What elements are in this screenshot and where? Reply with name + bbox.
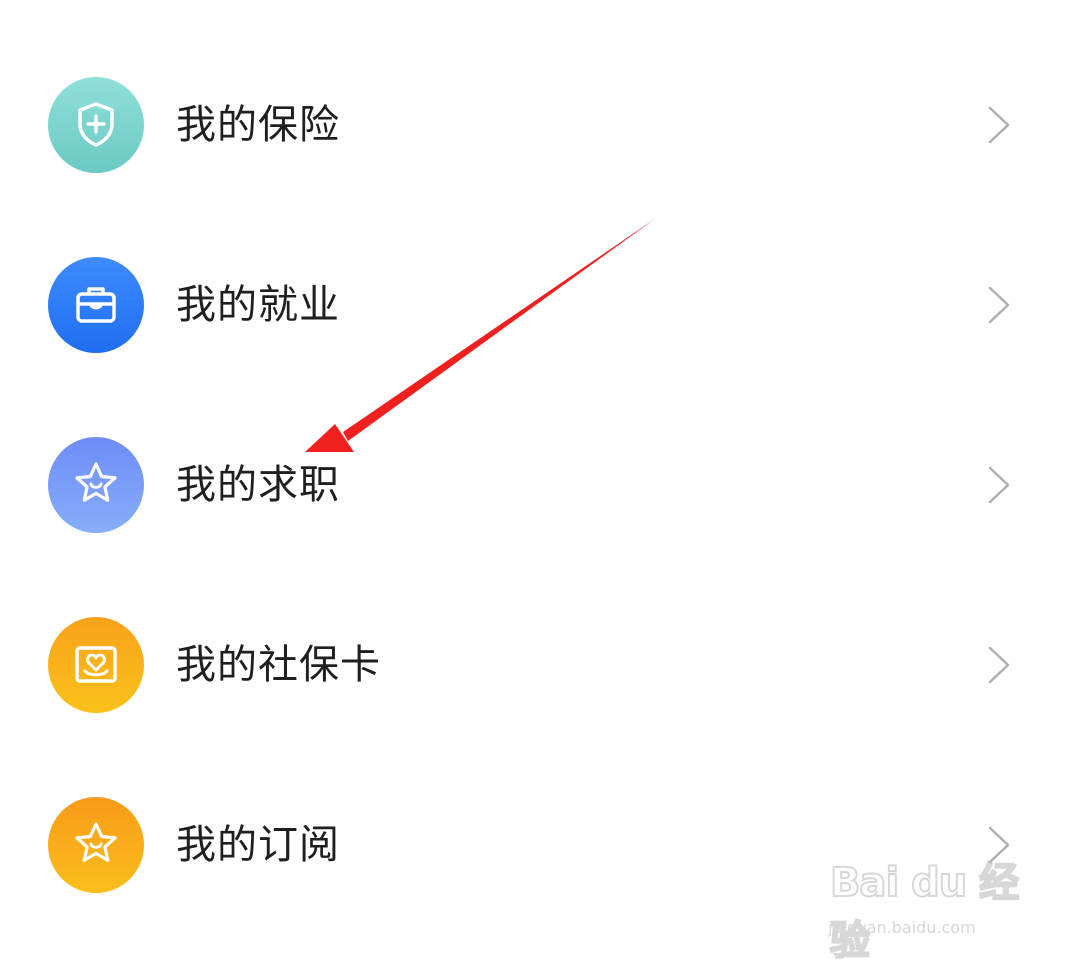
job-search-icon-badge — [48, 437, 144, 533]
subscriptions-icon-badge — [48, 797, 144, 893]
menu-item-label: 我的就业 — [176, 282, 340, 328]
social-security-card-icon-badge — [48, 617, 144, 713]
chevron-right-icon — [988, 646, 1010, 684]
chevron-right-icon — [988, 826, 1010, 864]
menu-item-label: 我的订阅 — [176, 822, 340, 868]
menu-item-subscriptions[interactable]: 我的订阅 — [0, 755, 1080, 935]
menu-item-label: 我的求职 — [176, 462, 340, 508]
chevron-right-icon — [988, 466, 1010, 504]
star-smile-icon — [75, 822, 117, 862]
menu-item-employment[interactable]: 我的就业 — [0, 215, 1080, 395]
shield-plus-icon — [78, 102, 114, 147]
menu-item-social-security-card[interactable]: 我的社保卡 — [0, 575, 1080, 755]
chevron-right-icon — [988, 286, 1010, 324]
chevron-right-icon — [988, 106, 1010, 144]
menu-list: 我的保险 我的就业 我的求职 我的社保卡 我的订阅 — [0, 35, 1080, 935]
menu-item-label: 我的保险 — [176, 102, 340, 148]
menu-item-label: 我的社保卡 — [176, 642, 381, 688]
card-heart-icon — [75, 646, 117, 683]
menu-item-job-search[interactable]: 我的求职 — [0, 395, 1080, 575]
employment-icon-badge — [48, 257, 144, 353]
star-smile-icon — [75, 462, 117, 502]
briefcase-icon — [76, 287, 116, 323]
insurance-icon-badge — [48, 77, 144, 173]
menu-item-insurance[interactable]: 我的保险 — [0, 35, 1080, 215]
